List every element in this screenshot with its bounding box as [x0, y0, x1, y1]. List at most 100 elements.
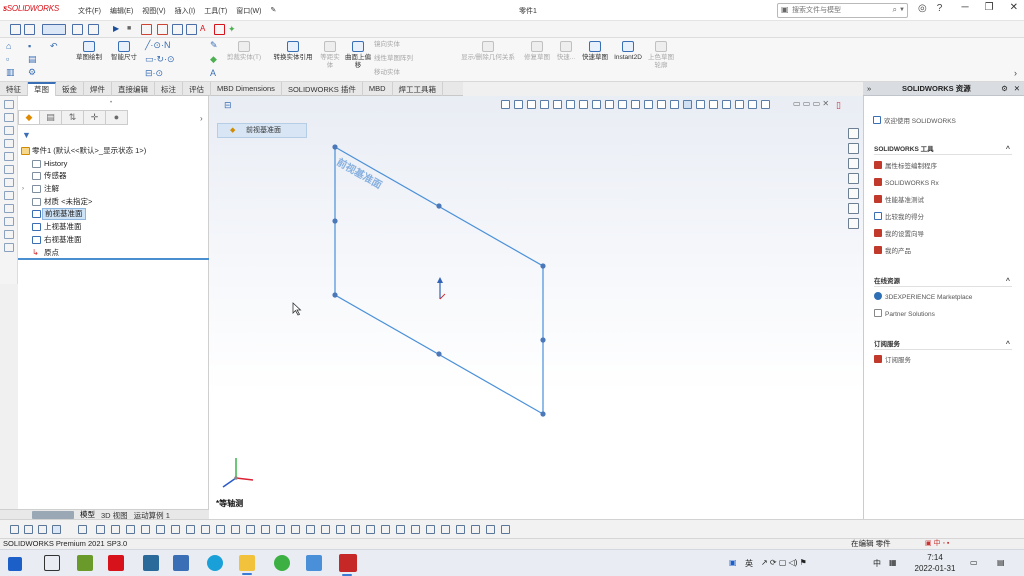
- record-icon[interactable]: [141, 24, 152, 35]
- filter-icon[interactable]: [276, 525, 285, 534]
- toolbar-icon[interactable]: [10, 24, 21, 35]
- tab-nav-arrows[interactable]: [32, 511, 74, 519]
- collapse-handle-icon[interactable]: •: [110, 100, 112, 106]
- save-icon[interactable]: [72, 24, 83, 35]
- filter-icon[interactable]: [231, 525, 240, 534]
- play-icon[interactable]: ▶: [113, 24, 124, 35]
- start-icon[interactable]: [8, 557, 22, 571]
- plane-handle[interactable]: [540, 411, 546, 417]
- minimize-button[interactable]: ─: [962, 2, 969, 13]
- filter-icon[interactable]: [261, 525, 270, 534]
- tray-icons[interactable]: ↗ ⟳ ▢ ◁) ⚑: [761, 558, 807, 567]
- search-input[interactable]: [778, 4, 878, 17]
- notification-icon[interactable]: ▤: [997, 558, 1005, 567]
- calculator-icon[interactable]: [173, 555, 189, 571]
- select-cursor-icon[interactable]: [42, 24, 66, 35]
- help-icon[interactable]: ?: [937, 3, 943, 14]
- filter-icon[interactable]: [111, 525, 120, 534]
- filter-icon[interactable]: [336, 525, 345, 534]
- tree-item-front-plane[interactable]: 前视基准面: [18, 208, 208, 221]
- filter-icon[interactable]: [471, 525, 480, 534]
- filter-icon[interactable]: [381, 525, 390, 534]
- home-icon[interactable]: ⌂: [6, 41, 11, 51]
- filter-icon[interactable]: [24, 525, 33, 534]
- text-icon[interactable]: A: [200, 24, 211, 35]
- user-icon[interactable]: ◎: [918, 3, 927, 14]
- strip-icon[interactable]: [4, 230, 14, 239]
- filter-icon[interactable]: [126, 525, 135, 534]
- filter-icon[interactable]: [38, 525, 47, 534]
- filter-icon[interactable]: [426, 525, 435, 534]
- plane-handle[interactable]: [332, 144, 338, 150]
- filter-icon[interactable]: [486, 525, 495, 534]
- filter-icon[interactable]: [156, 525, 165, 534]
- tray-app-icon[interactable]: ▣: [729, 558, 737, 567]
- collapse-caret-icon[interactable]: ^: [1006, 340, 1010, 349]
- linear-pattern-button[interactable]: 线性草图阵列: [374, 55, 440, 63]
- menu-insert[interactable]: 插入(I): [175, 6, 196, 16]
- menu-view[interactable]: 视图(V): [142, 6, 165, 16]
- copy-icon[interactable]: [186, 24, 197, 35]
- line-icon[interactable]: ╱·⊙·Ν: [145, 40, 170, 51]
- plane-handle[interactable]: [436, 203, 442, 209]
- tool-my-products[interactable]: 我的产品: [874, 245, 911, 255]
- file-explorer-icon[interactable]: [848, 158, 859, 169]
- strip-icon[interactable]: [4, 152, 14, 161]
- tree-item-right-plane[interactable]: 右视基准面: [18, 234, 208, 247]
- app-icon[interactable]: [306, 555, 322, 571]
- menu-window[interactable]: 窗口(W): [236, 6, 261, 16]
- tab-sketch[interactable]: 草图: [28, 82, 56, 96]
- panel-divider[interactable]: [18, 258, 209, 260]
- strip-icon[interactable]: [4, 139, 14, 148]
- undo-icon[interactable]: ↶: [50, 41, 58, 52]
- home-icon[interactable]: [848, 128, 859, 139]
- tab-weldments[interactable]: 焊件: [84, 82, 112, 96]
- filter-icon[interactable]: [456, 525, 465, 534]
- browser-icon[interactable]: [207, 555, 223, 571]
- expand-arrow-icon[interactable]: ›: [22, 183, 24, 195]
- tools-section-header[interactable]: SOLIDWORKS 工具 ^: [874, 145, 1012, 155]
- select-icon[interactable]: [52, 525, 61, 534]
- online-marketplace[interactable]: 3DEXPERIENCE Marketplace: [874, 292, 972, 301]
- instant2d-button[interactable]: Instant2D: [610, 41, 646, 62]
- feature-tree-tab-icon[interactable]: ◆: [18, 110, 40, 125]
- forum-icon[interactable]: [848, 218, 859, 229]
- menu-file[interactable]: 文件(F): [78, 6, 101, 16]
- filter-icon[interactable]: [201, 525, 210, 534]
- app-icon[interactable]: [77, 555, 93, 571]
- tree-item-annotations[interactable]: › 注解: [18, 183, 208, 196]
- solidworks-logo[interactable]: ƽSOLIDWORKS: [3, 4, 59, 13]
- units-icon[interactable]: ▣ 中 ◦ ▪: [925, 539, 949, 549]
- graphics-area[interactable]: ⊟ ▭ ▭ ▭ ✕ ▯ ◆ 前视基准面 前视基准面 *等轴测: [209, 96, 863, 519]
- filter-icon[interactable]: [291, 525, 300, 534]
- plane-icon[interactable]: ◆: [210, 54, 217, 65]
- filter-icon[interactable]: [216, 525, 225, 534]
- collapse-caret-icon[interactable]: ^: [1006, 277, 1010, 286]
- sketch-tool-icon[interactable]: ✎: [210, 40, 218, 51]
- text-tool-icon[interactable]: A: [210, 68, 216, 78]
- plane-handle[interactable]: [540, 263, 546, 269]
- menu-edit[interactable]: 编辑(E): [110, 6, 133, 16]
- design-library-icon[interactable]: [848, 143, 859, 154]
- filter-icon[interactable]: [351, 525, 360, 534]
- pane-close-icon[interactable]: ✕: [1014, 82, 1020, 95]
- tool-property-tab[interactable]: 属性标签编制程序: [874, 160, 937, 170]
- strip-icon[interactable]: [4, 165, 14, 174]
- filter-icon[interactable]: [501, 525, 510, 534]
- tool-rx[interactable]: SOLIDWORKS Rx: [874, 178, 939, 187]
- filter-icon[interactable]: [366, 525, 375, 534]
- filter-icon[interactable]: [246, 525, 255, 534]
- convert-entities-button[interactable]: 转换实体引用: [270, 41, 316, 62]
- subscription-section-header[interactable]: 订阅服务 ^: [874, 340, 1012, 350]
- tree-item-sensors[interactable]: 传感器: [18, 170, 208, 183]
- collapse-caret-icon[interactable]: ^: [1006, 145, 1010, 154]
- filter-icon[interactable]: [411, 525, 420, 534]
- desktop-icon[interactable]: ▭: [970, 558, 978, 567]
- file-explorer-icon[interactable]: [239, 555, 255, 575]
- quick-snap-button[interactable]: 快速...: [553, 41, 579, 62]
- print-icon[interactable]: ▤: [28, 54, 37, 65]
- ime-indicator[interactable]: 英: [745, 558, 753, 569]
- repair-button[interactable]: 修复草图: [523, 41, 551, 62]
- filter-icon[interactable]: [186, 525, 195, 534]
- slot-icon[interactable]: ⊟·⊙: [145, 68, 163, 79]
